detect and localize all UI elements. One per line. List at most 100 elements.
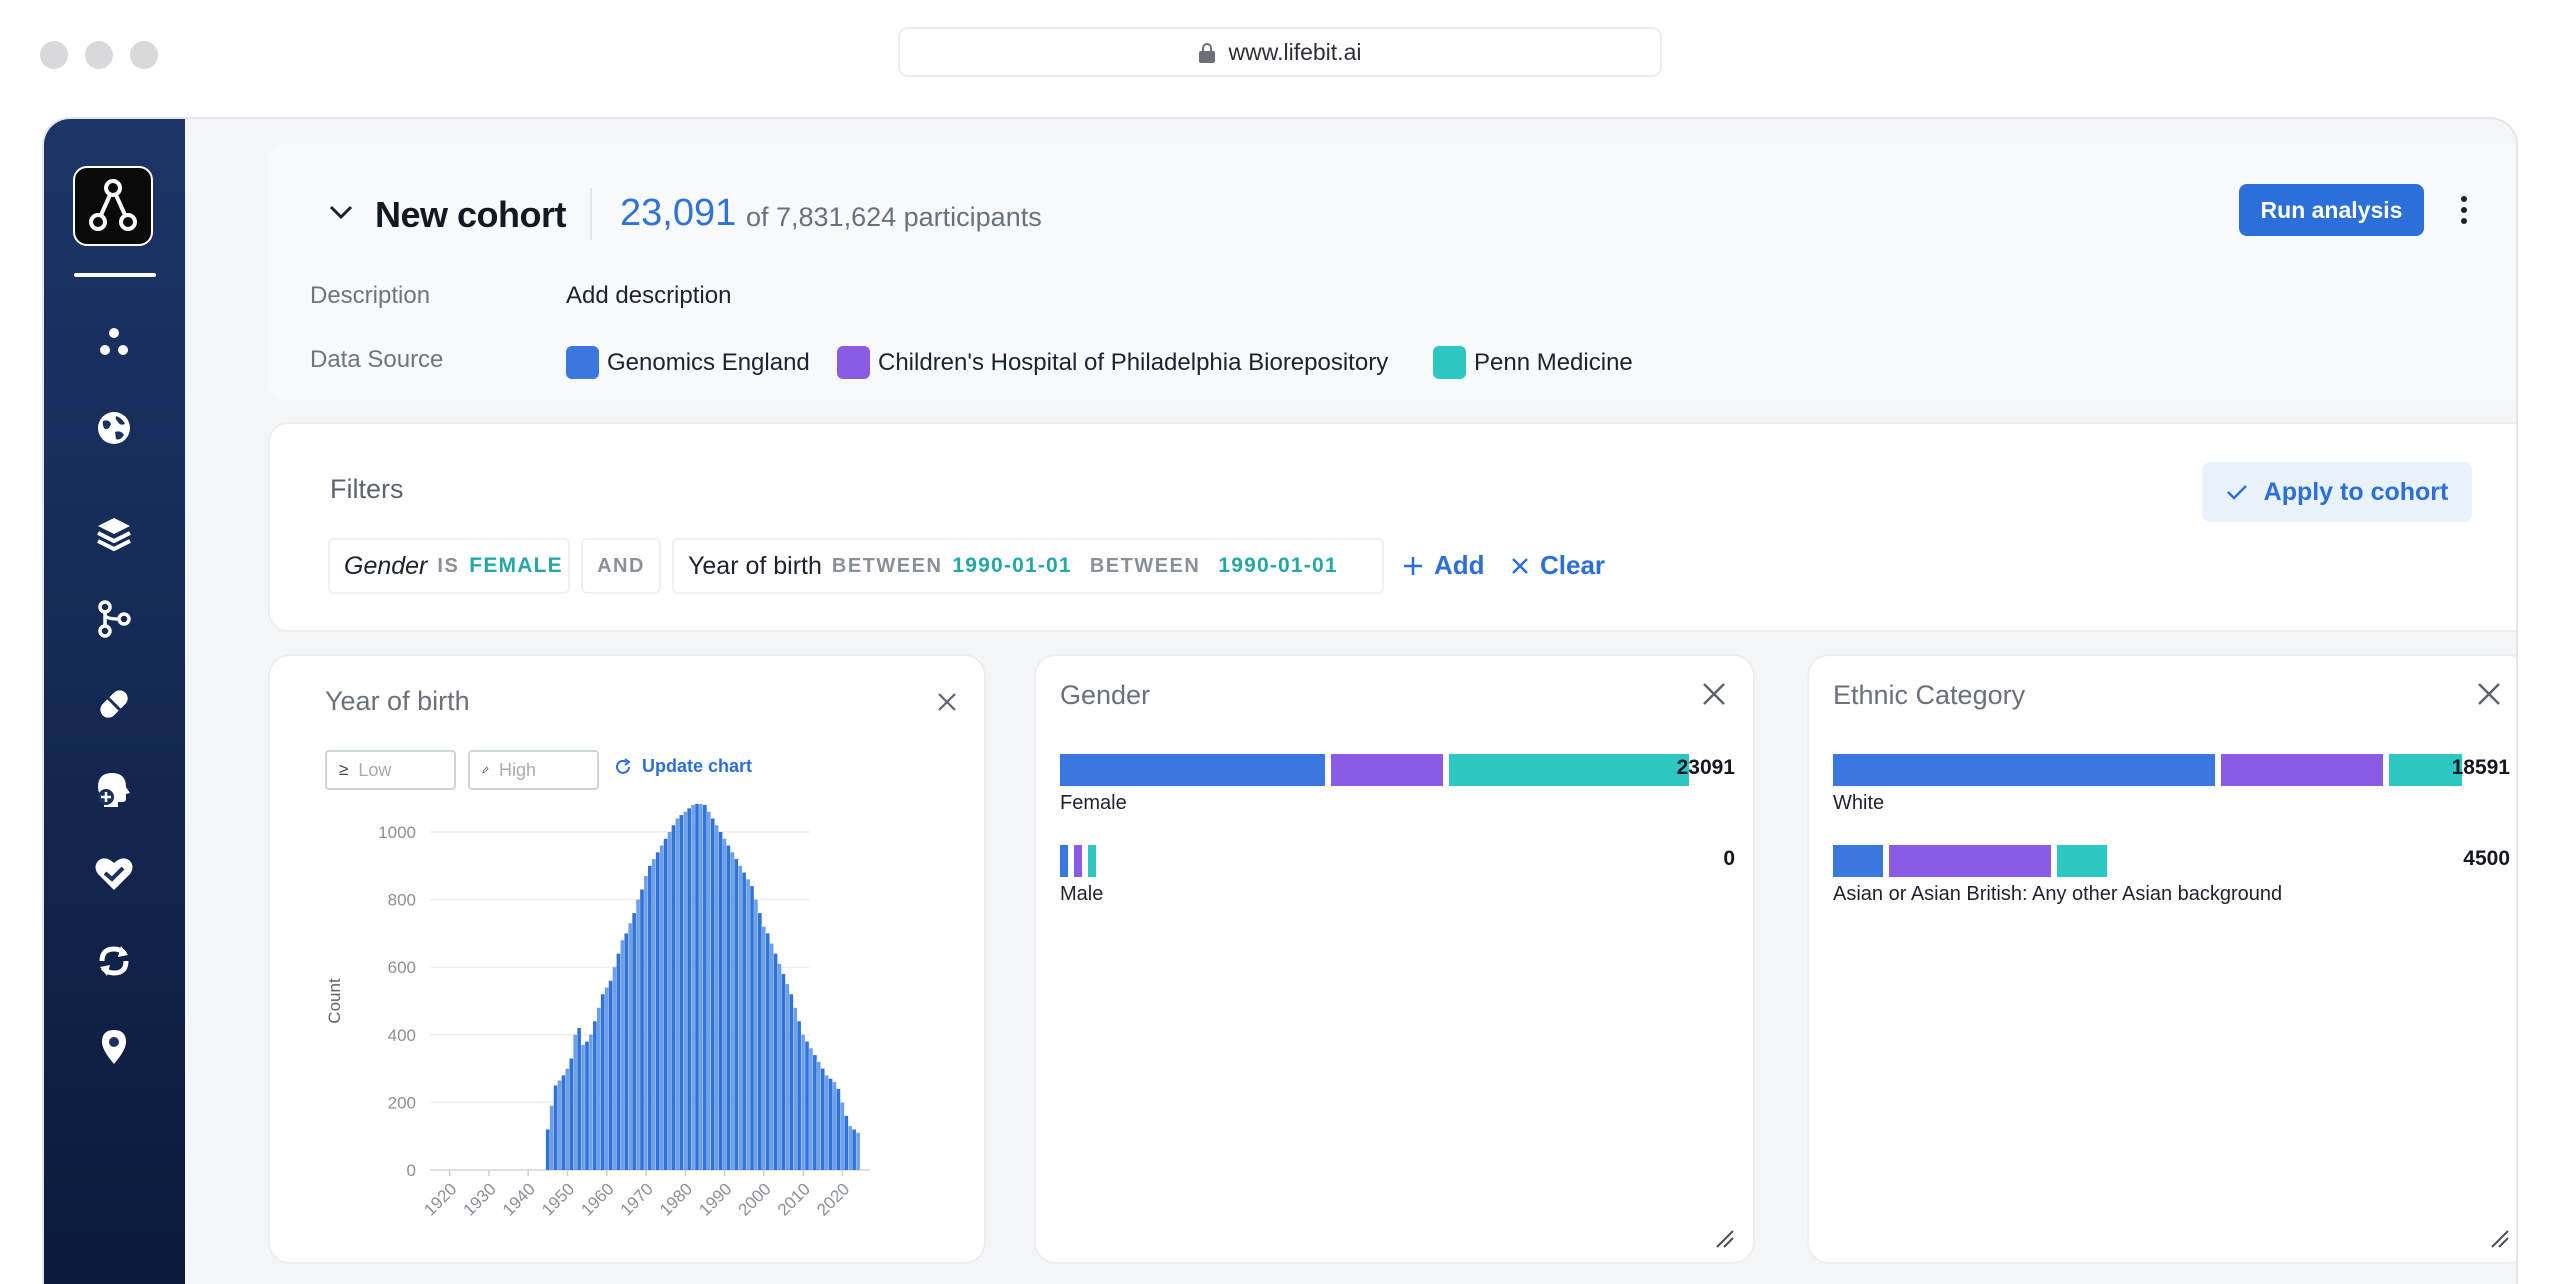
cohort-header: New cohort 23,091 of 7,831,624 participa… (268, 144, 2516, 400)
run-analysis-button[interactable]: Run analysis (2239, 184, 2424, 236)
histogram-bar (632, 913, 636, 1170)
histogram-bar (848, 1126, 853, 1170)
bar-segment[interactable] (1833, 845, 1884, 877)
histogram-bar (856, 1132, 860, 1170)
branch-icon[interactable] (84, 589, 144, 649)
y-tick-label: 0 (407, 1161, 416, 1180)
x-tick-label: 1970 (617, 1179, 657, 1219)
head-plus-icon[interactable] (84, 759, 144, 819)
pencil-icon (482, 766, 489, 774)
histogram-bar (785, 984, 790, 1170)
clear-filters-button[interactable]: Clear (1510, 550, 1605, 581)
filter-operator: BETWEEN (831, 554, 943, 577)
minimize-window-button[interactable] (85, 41, 113, 69)
ethnic-category-card: Ethnic Category White 18591 Asian or Asian… (1807, 654, 2516, 1264)
x-tick-label: 1930 (460, 1179, 500, 1219)
apply-to-cohort-button[interactable]: Apply to cohort (2202, 462, 2472, 522)
bar-segment[interactable] (2220, 754, 2383, 786)
histogram-bar (620, 940, 625, 1170)
heart-check-icon[interactable] (84, 844, 144, 904)
x-tick-label: 2000 (735, 1179, 775, 1219)
maximize-window-button[interactable] (130, 41, 158, 69)
chevron-down-icon[interactable] (325, 196, 357, 228)
description-field[interactable]: Add description (566, 282, 731, 310)
bar-segment[interactable] (1330, 754, 1443, 786)
histogram-bar (600, 994, 605, 1170)
close-icon[interactable] (2475, 680, 2503, 708)
main-content: New cohort 23,091 of 7,831,624 participa… (185, 119, 2516, 1284)
histogram-bar (581, 1044, 585, 1170)
y-tick-label: 1000 (378, 823, 416, 842)
bar-total-value: 18591 (2451, 756, 2510, 779)
filter-and-operator[interactable]: AND (581, 538, 661, 594)
histogram-bar (726, 845, 731, 1170)
y-tick-label: 200 (388, 1093, 416, 1112)
bar-segment[interactable] (1088, 845, 1096, 877)
lock-icon (1198, 43, 1215, 63)
high-field[interactable] (499, 759, 585, 781)
bar-segment[interactable] (1060, 845, 1068, 877)
add-filter-button[interactable]: Add (1402, 550, 1485, 581)
histogram-bar (655, 852, 660, 1170)
add-label: Add (1434, 550, 1485, 580)
source-chop: Children's Hospital of Philadelphia Bior… (837, 346, 1388, 379)
histogram-bar (553, 1085, 558, 1170)
resize-handle-icon[interactable] (1713, 1227, 1737, 1251)
bar-segment[interactable] (1074, 845, 1082, 877)
close-window-button[interactable] (40, 41, 68, 69)
resize-handle-icon[interactable] (2488, 1227, 2512, 1251)
pill-icon[interactable] (84, 674, 144, 734)
filters-title: Filters (330, 474, 404, 504)
histogram-bar (852, 1129, 856, 1170)
histogram-bar (824, 1075, 829, 1170)
year-of-birth-histogram: 02004006008001000Count1920 1930 1940 1950 19… (325, 804, 870, 1220)
cohort-title[interactable]: New cohort (375, 194, 567, 236)
update-chart-label: Update chart (642, 756, 753, 776)
low-field[interactable] (358, 759, 445, 781)
filter-operator: BETWEEN (1089, 554, 1201, 577)
data-source-label: Data Source (310, 346, 444, 373)
close-icon[interactable] (1700, 680, 1728, 708)
histogram-bar (608, 980, 613, 1170)
location-pin-icon[interactable] (84, 1016, 144, 1076)
histogram-bar (616, 953, 621, 1170)
histogram-bar (573, 1034, 578, 1170)
x-tick-label: 1940 (499, 1179, 539, 1219)
close-icon[interactable] (935, 690, 959, 714)
bar-category-label: Male (1060, 883, 1104, 905)
filter-chip-gender[interactable]: Gender IS FEMALE (328, 538, 570, 594)
histogram-bar (703, 804, 707, 1170)
bar-total-value: 0 (1723, 847, 1735, 870)
update-chart-button[interactable]: Update chart (614, 756, 752, 777)
histogram-bar (730, 852, 735, 1170)
histogram-bar (640, 889, 644, 1170)
histogram-bar (793, 1007, 798, 1170)
check-icon (2226, 485, 2247, 500)
layers-icon[interactable] (84, 504, 144, 564)
more-options-icon[interactable] (2452, 188, 2476, 232)
lifebit-logo-icon[interactable] (73, 166, 153, 246)
sync-icon[interactable] (84, 931, 144, 991)
bar-segment[interactable] (1889, 845, 2052, 877)
histogram-bar (742, 872, 746, 1170)
histogram-bar (706, 811, 711, 1170)
bar-segment[interactable] (2057, 845, 2108, 877)
high-input[interactable] (468, 750, 599, 790)
globe-icon[interactable] (84, 398, 144, 458)
x-tick-label: 1920 (420, 1179, 460, 1219)
card-title: Year of birth (325, 686, 470, 716)
filter-chip-year-of-birth[interactable]: Year of birth BETWEEN 1990-01-01 BETWEEN… (672, 538, 1384, 594)
bar-segment[interactable] (1448, 754, 1689, 786)
histogram-bar (549, 1105, 554, 1170)
histogram-bar (659, 845, 664, 1170)
low-input[interactable]: ≥ (325, 750, 456, 790)
bar-segment[interactable] (1833, 754, 2215, 786)
bar-category-label: Female (1060, 792, 1127, 814)
greater-equal-icon: ≥ (339, 760, 349, 779)
dots-cluster-icon[interactable] (84, 313, 144, 373)
histogram-bar (813, 1055, 817, 1170)
address-bar[interactable]: www.lifebit.ai (898, 27, 1662, 77)
histogram-bar (750, 886, 754, 1170)
bar-total-value: 23091 (1676, 756, 1735, 779)
bar-segment[interactable] (1060, 754, 1325, 786)
